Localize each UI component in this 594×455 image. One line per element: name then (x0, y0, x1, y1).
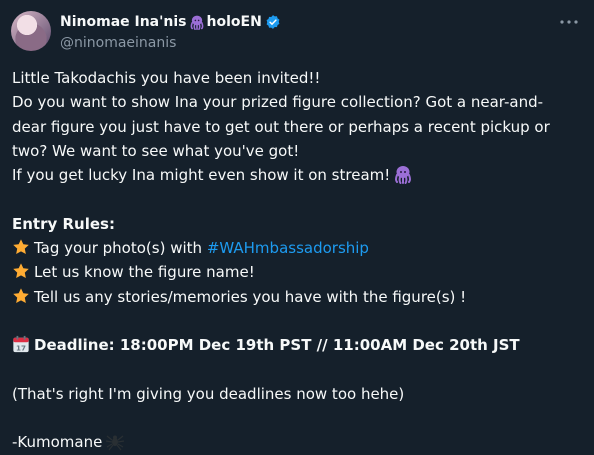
text-line: Little Takodachis you have been invited!… (12, 69, 321, 87)
rule-text: Tag your photo(s) with (34, 239, 207, 258)
svg-text:17: 17 (16, 344, 26, 353)
signature-text: -Kumomane (12, 433, 103, 452)
avatar[interactable] (11, 11, 51, 51)
rule-item: Tell us any stories/memories you have wi… (12, 285, 582, 309)
octopus-icon (395, 166, 412, 185)
rule-item: Tag your photo(s) with #WAHmbassadorship (12, 236, 582, 260)
text-line-stream: If you get lucky Ina might even show it … (12, 163, 582, 187)
rule-text: Tell us any stories/memories you have wi… (34, 287, 467, 306)
text-line: Do you want to show Ina your prized figu… (12, 93, 544, 112)
deadline-line: 17 Deadline: 18:00PM Dec 19th PST // 11:0… (12, 333, 582, 357)
hashtag-link[interactable]: #WAHmbassadorship (207, 239, 369, 257)
note-text: (That's right I'm giving you deadlines n… (12, 384, 405, 403)
octopus-icon (190, 15, 203, 30)
tweet-text: Little Takodachis you have been invited!… (12, 66, 582, 455)
display-name[interactable]: Ninomae Ina'nis (60, 14, 187, 30)
rule-item: Let us know the figure name! (12, 260, 582, 284)
verified-badge-icon (266, 15, 280, 29)
text-line: dear figure you just have to get out the… (12, 117, 550, 136)
star-icon (13, 263, 29, 279)
calendar-icon: 17 (13, 336, 29, 353)
text-stream: If you get lucky Ina might even show it … (12, 166, 391, 185)
text-line: two? We want to see what you've got! (12, 141, 300, 160)
display-name-suffix[interactable]: holoEN (207, 14, 262, 30)
star-icon (13, 288, 29, 303)
more-horizontal-icon[interactable] (558, 14, 580, 30)
star-icon (13, 239, 29, 255)
rules-title: Entry Rules: (12, 214, 115, 233)
signature-line: -Kumomane (12, 430, 582, 454)
name-row: Ninomae Ina'nis holoEN (60, 12, 582, 32)
tweet: Ninomae Ina'nis holoEN @ninomaeinanis Li… (0, 0, 594, 454)
rule-text: Let us know the figure name! (34, 263, 255, 282)
tweet-header: Ninomae Ina'nis holoEN @ninomaeinanis (60, 12, 582, 52)
deadline-text: Deadline: 18:00PM Dec 19th PST // 11:00A… (34, 336, 520, 355)
author-handle[interactable]: @ninomaeinanis (60, 33, 582, 53)
spider-icon (106, 435, 125, 451)
